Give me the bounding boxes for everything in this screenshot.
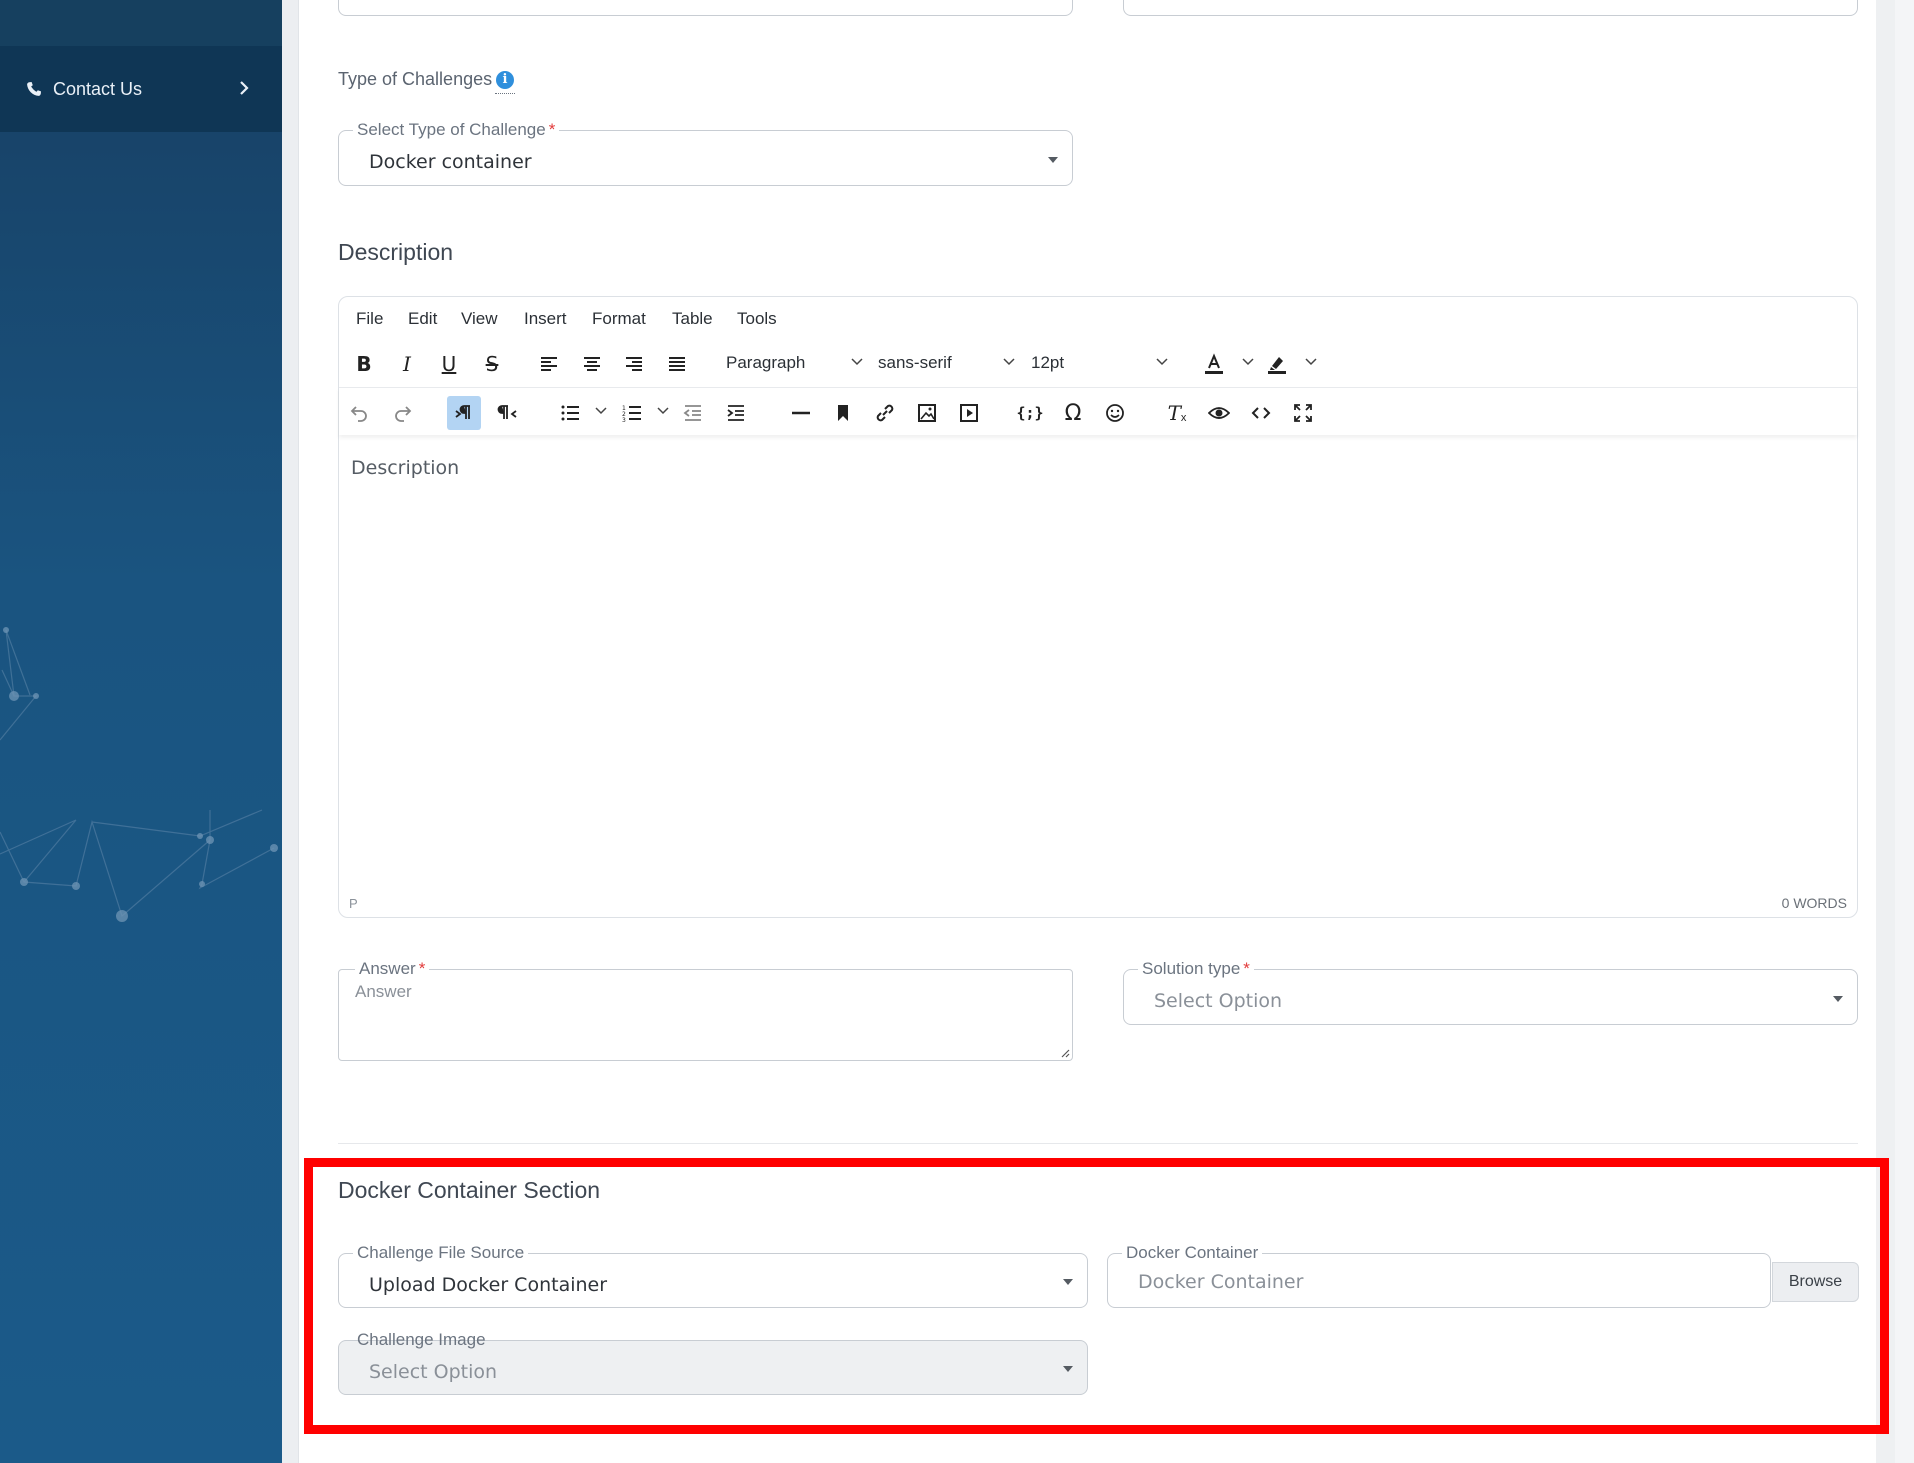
- emoji-icon[interactable]: [1098, 396, 1132, 430]
- chevron-down-icon: [851, 358, 863, 366]
- editor-word-count[interactable]: 0 WORDS: [1782, 895, 1847, 911]
- bold-button[interactable]: B: [347, 347, 381, 381]
- chevron-down-icon[interactable]: [1242, 357, 1254, 367]
- challenge-image-value: Select Option: [369, 1361, 498, 1383]
- preview-eye-icon[interactable]: [1202, 396, 1236, 430]
- menu-file[interactable]: File: [356, 309, 383, 329]
- font-family-select[interactable]: sans-serif: [878, 353, 952, 373]
- challenge-image-select[interactable]: Challenge Image Select Option: [338, 1330, 1088, 1395]
- docker-container-placeholder: Docker Container: [1138, 1271, 1304, 1293]
- menu-table[interactable]: Table: [672, 309, 713, 329]
- partial-input-left[interactable]: [338, 0, 1073, 16]
- template-code-icon[interactable]: {;}: [1013, 396, 1047, 430]
- strikethrough-button[interactable]: S: [475, 347, 509, 381]
- caret-down-icon: [1833, 996, 1843, 1002]
- chevron-down-icon: [1003, 358, 1015, 366]
- browse-button[interactable]: Browse: [1772, 1262, 1859, 1302]
- challenge-file-source-value: Upload Docker Container: [369, 1274, 608, 1296]
- align-justify-icon[interactable]: [660, 347, 694, 381]
- bullet-list-icon[interactable]: [553, 396, 587, 430]
- align-left-icon[interactable]: [532, 347, 566, 381]
- section-divider: [338, 1143, 1858, 1144]
- sidebar-top-band: [0, 0, 282, 46]
- chevron-right-icon: [236, 78, 252, 98]
- editor-element-path[interactable]: P: [349, 896, 358, 911]
- description-title: Description: [338, 239, 454, 265]
- menu-edit[interactable]: Edit: [408, 309, 437, 329]
- special-character-icon[interactable]: Ω: [1056, 396, 1090, 430]
- info-underline: [495, 93, 515, 94]
- rich-text-editor: File Edit View Insert Format Table Tools…: [338, 296, 1858, 918]
- fullscreen-icon[interactable]: [1286, 396, 1320, 430]
- chevron-down-icon: [1156, 358, 1168, 366]
- sidebar-gutter: [282, 0, 299, 1463]
- underline-button[interactable]: U: [432, 347, 466, 381]
- outdent-icon[interactable]: [676, 396, 710, 430]
- align-center-icon[interactable]: [575, 347, 609, 381]
- docker-section-title: Docker Container Section: [338, 1177, 601, 1203]
- partial-input-right[interactable]: [1123, 0, 1858, 16]
- page: Contact Us Type of Challenges i Select T…: [0, 0, 1914, 1463]
- rtl-direction-icon[interactable]: [491, 396, 525, 430]
- caret-down-icon: [1063, 1366, 1073, 1372]
- challenge-file-source-label: Challenge File Source: [353, 1243, 529, 1263]
- font-size-select[interactable]: 12pt: [1031, 353, 1064, 373]
- bookmark-icon[interactable]: [826, 396, 860, 430]
- solution-type-value: Select Option: [1154, 990, 1283, 1012]
- redo-icon[interactable]: [386, 396, 420, 430]
- menu-tools[interactable]: Tools: [737, 309, 777, 329]
- answer-textarea[interactable]: Answer * Answer: [338, 959, 1073, 1061]
- menu-format[interactable]: Format: [592, 309, 646, 329]
- highlight-color-icon[interactable]: [1260, 347, 1294, 381]
- select-challenge-type[interactable]: Select Type of Challenge * Docker contain…: [338, 120, 1073, 186]
- solution-type-select[interactable]: Solution type * Select Option: [1123, 959, 1858, 1025]
- challenge-file-source-select[interactable]: Challenge File Source Upload Docker Cont…: [338, 1243, 1088, 1308]
- sidebar-item-label: Contact Us: [53, 78, 143, 99]
- docker-container-label: Docker Container: [1122, 1243, 1263, 1263]
- link-icon[interactable]: [868, 396, 902, 430]
- svg-text:3: 3: [622, 417, 626, 424]
- editor-body[interactable]: Description: [351, 457, 459, 479]
- sidebar-item-contact-us[interactable]: Contact Us: [0, 46, 282, 132]
- select-challenge-type-label: Select Type of Challenge *: [353, 120, 560, 140]
- block-format-select[interactable]: Paragraph: [726, 353, 805, 373]
- info-icon[interactable]: i: [496, 71, 514, 89]
- network-decoration: [0, 627, 278, 922]
- phone-icon: [26, 81, 42, 97]
- numbered-list-icon[interactable]: 123: [615, 396, 649, 430]
- chevron-down-icon[interactable]: [1305, 357, 1317, 367]
- italic-button[interactable]: I: [390, 347, 424, 381]
- type-of-challenges-label: Type of Challenges: [338, 69, 493, 89]
- editor-toolbar-row-1: B I U S Paragraph sans-serif 12pt: [339, 339, 1857, 387]
- chevron-down-icon[interactable]: [657, 406, 669, 416]
- source-code-icon[interactable]: [1244, 396, 1278, 430]
- answer-placeholder: Answer: [355, 982, 412, 1001]
- resize-handle-icon[interactable]: [1060, 1048, 1070, 1058]
- undo-icon[interactable]: [342, 396, 376, 430]
- caret-down-icon: [1048, 157, 1058, 163]
- answer-label: Answer *: [355, 959, 430, 979]
- align-right-icon[interactable]: [617, 347, 651, 381]
- select-challenge-type-value: Docker container: [369, 151, 532, 173]
- challenge-image-label: Challenge Image: [357, 1330, 486, 1349]
- ltr-direction-icon[interactable]: [447, 396, 481, 430]
- image-icon[interactable]: [910, 396, 944, 430]
- editor-menubar: File Edit View Insert Format Table Tools: [339, 297, 1857, 339]
- menu-view[interactable]: View: [461, 309, 498, 329]
- caret-down-icon: [1063, 1279, 1073, 1285]
- chevron-down-icon[interactable]: [595, 406, 607, 416]
- solution-type-label: Solution type *: [1138, 959, 1254, 979]
- indent-icon[interactable]: [719, 396, 753, 430]
- docker-container-file-input[interactable]: Docker Container Docker Container: [1107, 1243, 1771, 1308]
- sidebar: Contact Us: [0, 0, 282, 1463]
- editor-toolbar-row-2: 123 {;} Ω Tx: [339, 387, 1857, 435]
- horizontal-line-icon[interactable]: [784, 396, 818, 430]
- text-color-icon[interactable]: [1197, 347, 1231, 381]
- clear-formatting-icon[interactable]: Tx: [1160, 396, 1194, 430]
- media-icon[interactable]: [952, 396, 986, 430]
- menu-insert[interactable]: Insert: [524, 309, 567, 329]
